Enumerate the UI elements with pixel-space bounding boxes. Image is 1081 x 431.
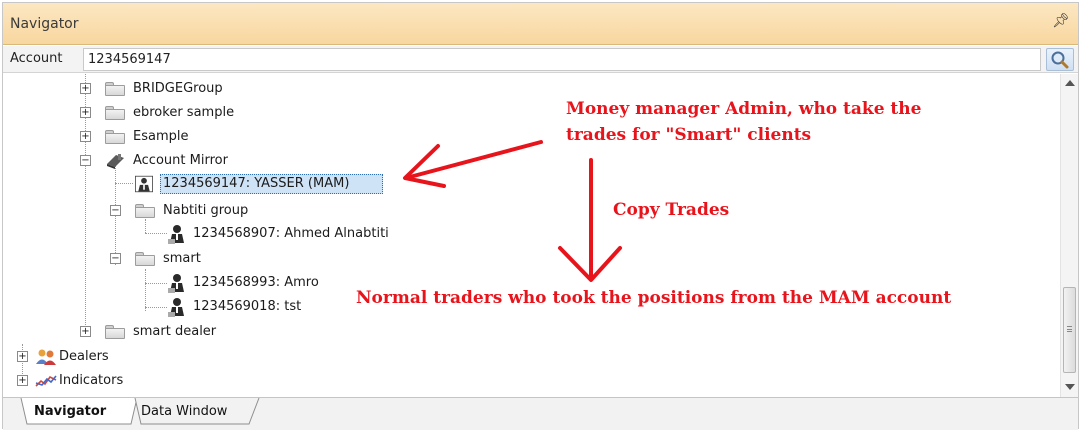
indicators-icon xyxy=(35,375,57,387)
magnifier-icon xyxy=(1051,51,1069,69)
tree-item-label[interactable]: 1234568993: Amro xyxy=(193,275,319,290)
tree-item-label[interactable]: smart xyxy=(163,251,201,266)
tree-item-label[interactable]: Indicators xyxy=(59,373,123,388)
expand-icon[interactable]: + xyxy=(80,326,91,337)
tree-item-label[interactable]: 1234568907: Ahmed Alnabtiti xyxy=(193,226,389,241)
user-icon xyxy=(168,225,184,244)
tree-item-label[interactable]: BRIDGEGroup xyxy=(133,81,223,96)
expand-icon[interactable]: + xyxy=(80,83,91,94)
folder-icon xyxy=(105,325,125,339)
expand-icon[interactable]: + xyxy=(17,351,28,362)
account-input[interactable] xyxy=(83,48,1041,71)
collapse-icon[interactable]: − xyxy=(110,253,121,264)
manager-account-icon xyxy=(135,175,153,193)
account-search-bar: Account xyxy=(3,46,1078,73)
tree-item-label[interactable]: ebroker sample xyxy=(133,105,234,120)
window-title: Navigator xyxy=(10,16,79,32)
annotation-line: Money manager Admin, who take the xyxy=(566,99,922,119)
tree-item-smart[interactable]: − smart xyxy=(3,249,303,271)
search-button[interactable] xyxy=(1046,48,1074,71)
expand-icon[interactable]: + xyxy=(80,131,91,142)
dealers-icon xyxy=(36,349,56,365)
tree-item-esample[interactable]: + Esample xyxy=(3,127,303,149)
tree-item-account-mirror[interactable]: − Account Mirror xyxy=(3,151,303,173)
tree-item-account[interactable]: 1234568993: Amro xyxy=(3,273,323,295)
mirror-group-icon xyxy=(107,154,124,169)
annotation-copy-trades: Copy Trades xyxy=(613,200,730,220)
tree-item-mam-account[interactable]: 1234569147: YASSER (MAM) xyxy=(3,173,393,195)
pin-icon[interactable]: 📌︎ xyxy=(1052,13,1070,29)
tree-item-account[interactable]: 1234569018: tst xyxy=(3,297,323,319)
tree-item-ebroker-sample[interactable]: + ebroker sample xyxy=(3,103,303,125)
user-icon xyxy=(168,298,184,317)
folder-icon xyxy=(105,106,125,120)
folder-icon xyxy=(135,252,155,266)
user-icon xyxy=(168,274,184,293)
navigator-panel: Navigator 📌︎ Account + BRIDGEGroup xyxy=(2,2,1079,430)
scroll-up-icon[interactable] xyxy=(1065,80,1075,86)
collapse-icon[interactable]: − xyxy=(110,205,121,216)
vertical-scrollbar[interactable] xyxy=(1060,74,1078,397)
tree-item-label[interactable]: Nabtiti group xyxy=(163,203,248,218)
tree-item-smart-dealer[interactable]: + smart dealer xyxy=(3,322,303,344)
tree-item-label[interactable]: Account Mirror xyxy=(133,153,228,168)
tree-item-label[interactable]: 1234569018: tst xyxy=(193,299,301,314)
annotation-line: trades for "Smart" clients xyxy=(566,125,812,145)
bottom-tab-strip: Navigator Data Window xyxy=(3,397,1078,430)
tree-item-label[interactable]: Esample xyxy=(133,129,188,144)
expand-icon[interactable]: + xyxy=(80,107,91,118)
tree-item-label[interactable]: 1234569147: YASSER (MAM) xyxy=(163,176,349,191)
tree-item-label[interactable]: smart dealer xyxy=(133,324,216,339)
annotation-normal-traders: Normal traders who took the positions fr… xyxy=(356,288,952,308)
tree-item-indicators[interactable]: + Indicators xyxy=(3,371,303,393)
folder-icon xyxy=(105,130,125,144)
tab-navigator[interactable]: Navigator xyxy=(34,404,106,419)
annotation-money-manager: Money manager Admin, who take the trades… xyxy=(566,96,921,148)
tree-item-account[interactable]: 1234568907: Ahmed Alnabtiti xyxy=(3,224,389,246)
collapse-icon[interactable]: − xyxy=(80,155,91,166)
grip-icon xyxy=(1067,326,1072,332)
tree-item-label[interactable]: Dealers xyxy=(59,349,109,364)
tab-data-window[interactable]: Data Window xyxy=(141,404,227,419)
account-label: Account xyxy=(10,51,63,66)
expand-icon[interactable]: + xyxy=(17,375,28,386)
tree-item-bridgegroup[interactable]: + BRIDGEGroup xyxy=(3,79,303,101)
scroll-thumb[interactable] xyxy=(1063,287,1076,373)
scroll-down-icon[interactable] xyxy=(1065,384,1075,390)
folder-icon xyxy=(105,82,125,96)
tree-item-nabtiti-group[interactable]: − Nabtiti group xyxy=(3,201,303,223)
navigator-titlebar: Navigator 📌︎ xyxy=(3,3,1078,45)
tree-item-dealers[interactable]: + Dealers xyxy=(3,347,303,369)
folder-icon xyxy=(135,204,155,218)
